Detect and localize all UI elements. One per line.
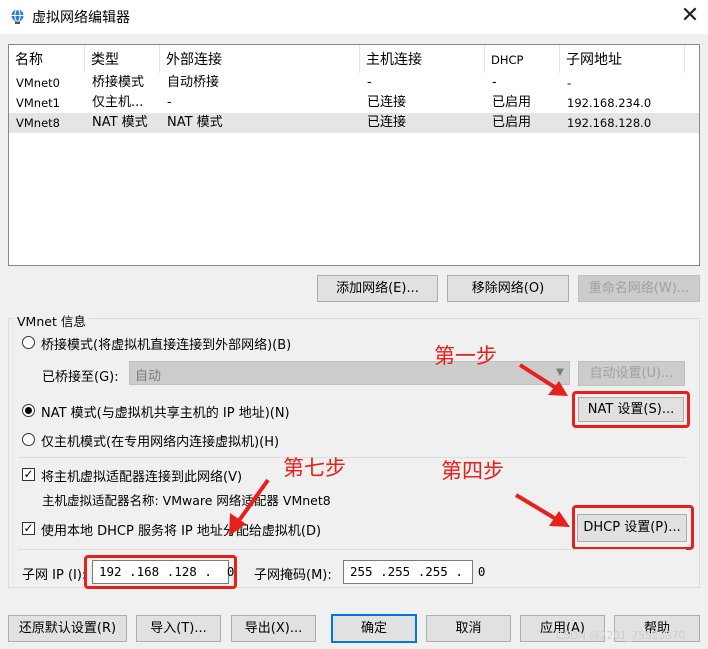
annotation-arrows xyxy=(229,363,570,536)
arrow-icon-step-4 xyxy=(514,493,570,527)
arrow-icon-step-1 xyxy=(518,363,568,396)
watermark-text: CSDN @2201_75523870 xyxy=(556,630,686,642)
arrow-icon-step-7 xyxy=(229,478,270,536)
